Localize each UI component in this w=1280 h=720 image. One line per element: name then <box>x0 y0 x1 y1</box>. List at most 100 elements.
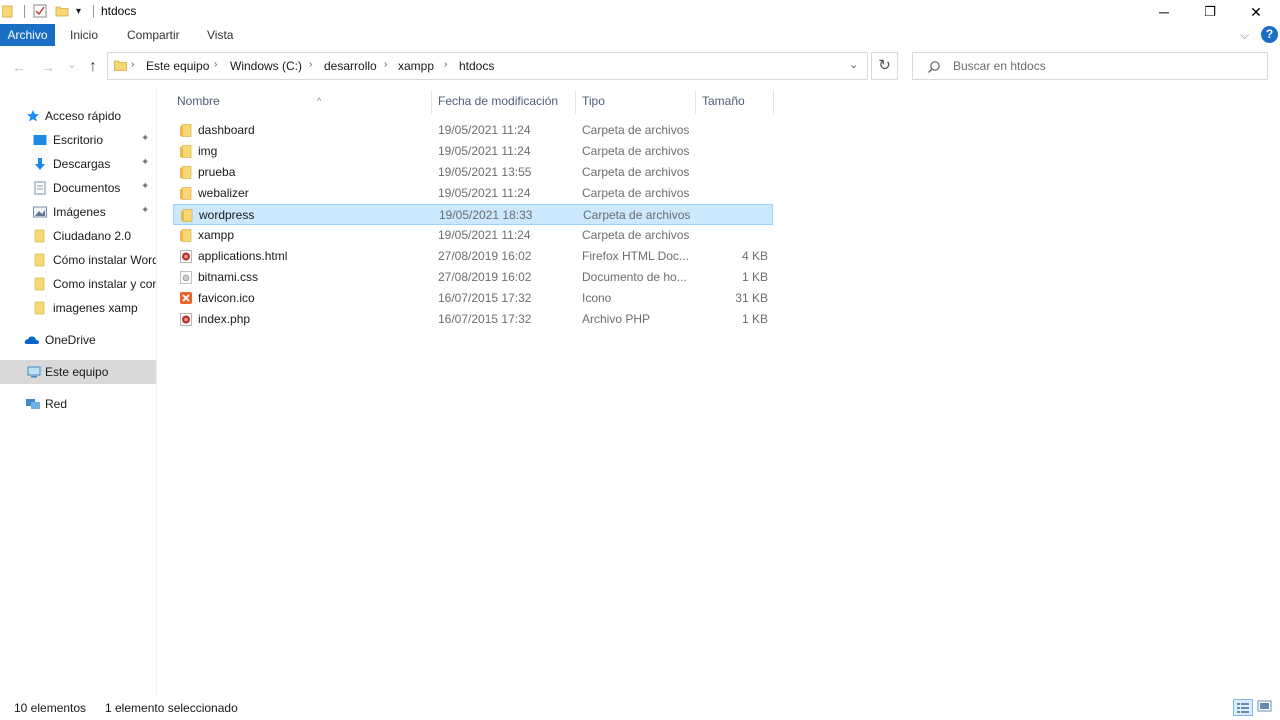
folder-icon <box>33 301 47 315</box>
folder-icon <box>180 209 194 222</box>
file-row-prueba[interactable]: prueba 19/05/2021 13:55 Carpeta de archivo… <box>173 162 773 183</box>
breadcrumb-este-equipo[interactable]: Este equipo <box>146 59 209 73</box>
search-box[interactable] <box>912 52 1268 80</box>
chevron-down-icon[interactable]: ⌄ <box>849 58 858 71</box>
large-icons-view-button[interactable] <box>1256 699 1276 716</box>
file-row-applications-html[interactable]: applications.html 27/08/2019 16:02 Firefox… <box>173 246 773 267</box>
sidebar-item-label: Imágenes <box>53 205 106 219</box>
refresh-button[interactable]: ↻ <box>871 52 898 80</box>
sidebar-item-label: Ciudadano 2.0 <box>53 229 132 243</box>
sidebar-item-label: Descargas <box>53 157 111 171</box>
sidebar-item-este-equipo[interactable]: Este equipo <box>0 360 156 384</box>
file-row-bitnami-css[interactable]: bitnami.css 27/08/2019 16:02 Documento de … <box>173 267 773 288</box>
file-row-img[interactable]: img 19/05/2021 11:24 Carpeta de archivos <box>173 141 773 162</box>
sidebar-item-como-instalar-configurar[interactable]: Como instalar y configurar <box>0 272 156 296</box>
breadcrumb-xampp[interactable]: xampp <box>398 59 434 73</box>
minimize-button[interactable]: ─ <box>1141 0 1187 24</box>
address-bar[interactable]: › Este equipo › Windows (C:) › desarroll… <box>107 52 868 80</box>
back-button[interactable]: ← <box>10 58 28 76</box>
column-divider[interactable] <box>575 90 576 114</box>
file-date: 27/08/2019 16:02 <box>438 270 532 284</box>
folder-icon <box>179 229 193 242</box>
up-button[interactable]: ↑ <box>84 58 102 76</box>
properties-icon[interactable] <box>33 4 47 18</box>
file-date: 19/05/2021 11:24 <box>438 186 531 200</box>
ribbon-tabs: Archivo Inicio Compartir Vista ⌵ ? <box>0 24 1280 46</box>
file-row-index-php[interactable]: index.php 16/07/2015 17:32 Archivo PHP 1 KB <box>173 309 773 330</box>
cloud-icon <box>24 333 40 347</box>
chevron-right-icon: › <box>214 59 218 70</box>
item-count: 10 elementos <box>14 701 87 715</box>
file-size: 1 KB <box>741 270 768 284</box>
expand-ribbon-icon[interactable]: ⌵ <box>1240 28 1249 43</box>
sidebar-item-imagenes-xamp[interactable]: imagenes xamp <box>0 296 156 320</box>
sidebar-item-descargas[interactable]: Descargas ✦ <box>0 152 156 176</box>
large-icons-view-icon <box>1257 700 1272 712</box>
forward-button[interactable]: → <box>39 58 57 76</box>
sidebar-item-escritorio[interactable]: Escritorio ✦ <box>0 128 156 152</box>
recent-locations-button[interactable]: ⌄ <box>63 56 81 74</box>
sidebar-item-como-instalar-wordpress[interactable]: Cómo instalar WordPress <box>0 248 156 272</box>
sidebar-item-label: Documentos <box>53 181 121 195</box>
close-button[interactable]: ✕ <box>1233 0 1279 24</box>
chevron-right-icon: › <box>384 59 388 70</box>
breadcrumb-windows-c[interactable]: Windows (C:) <box>230 59 302 73</box>
customize-toolbar-icon[interactable]: ▾ <box>76 6 90 20</box>
file-date: 19/05/2021 11:24 <box>438 123 531 137</box>
column-header-date[interactable]: Fecha de modificación <box>438 93 558 113</box>
sidebar-item-onedrive[interactable]: OneDrive <box>0 328 156 352</box>
file-row-wordpress[interactable]: wordpress 19/05/2021 18:33 Carpeta de arch… <box>173 204 773 225</box>
sidebar-item-imagenes[interactable]: Imágenes ✦ <box>0 200 156 224</box>
breadcrumb-htdocs[interactable]: htdocs <box>459 59 494 73</box>
restore-icon: ❐ <box>1204 4 1216 19</box>
column-header-name[interactable]: Nombre ^ <box>177 93 435 113</box>
file-type: Documento de ho... <box>582 270 687 284</box>
sidebar-item-label: Este equipo <box>45 365 109 379</box>
chevron-right-icon: › <box>444 59 448 70</box>
folder-icon <box>179 124 193 137</box>
file-type: Carpeta de archivos <box>582 123 690 137</box>
file-row-xampp[interactable]: xampp 19/05/2021 11:24 Carpeta de archivos <box>173 225 773 246</box>
file-date: 16/07/2015 17:32 <box>438 291 532 305</box>
column-divider[interactable] <box>431 90 432 114</box>
sidebar-item-documentos[interactable]: Documentos ✦ <box>0 176 156 200</box>
column-divider[interactable] <box>773 90 774 114</box>
folder-icon <box>33 277 47 291</box>
sidebar-item-label: Como instalar y configurar <box>53 277 156 291</box>
restore-button[interactable]: ❐ <box>1187 0 1233 24</box>
file-row-webalizer[interactable]: webalizer 19/05/2021 11:24 Carpeta de arch… <box>173 183 773 204</box>
column-header-type[interactable]: Tipo <box>582 93 605 113</box>
column-header-size[interactable]: Tamaño <box>702 93 745 113</box>
status-bar: 10 elementos 1 elemento seleccionado <box>0 696 1280 720</box>
file-size: 31 KB <box>735 291 768 305</box>
column-divider[interactable] <box>695 90 696 114</box>
file-row-favicon-ico[interactable]: favicon.ico 16/07/2015 17:32 Icono 31 KB <box>173 288 773 309</box>
tab-inicio[interactable]: Inicio <box>62 24 106 46</box>
folder-icon <box>33 229 47 243</box>
file-type: Carpeta de archivos <box>582 165 690 179</box>
search-input[interactable] <box>953 53 1253 79</box>
file-date: 27/08/2019 16:02 <box>438 249 532 263</box>
sort-ascending-icon: ^ <box>317 96 322 106</box>
details-view-button[interactable] <box>1233 699 1253 716</box>
toolbar-divider <box>24 5 25 18</box>
help-icon[interactable]: ? <box>1261 26 1278 43</box>
file-name: wordpress <box>199 208 255 222</box>
file-type: Icono <box>582 291 612 305</box>
file-row-dashboard[interactable]: dashboard 19/05/2021 11:24 Carpeta de arch… <box>173 120 773 141</box>
file-name: favicon.ico <box>198 291 255 305</box>
sidebar-item-red[interactable]: Red <box>0 392 156 416</box>
tab-compartir[interactable]: Compartir <box>119 24 188 46</box>
new-folder-icon[interactable] <box>55 4 69 18</box>
sidebar-item-acceso-rapido[interactable]: Acceso rápido <box>0 104 156 128</box>
file-name: bitnami.css <box>198 270 259 284</box>
tab-archivo[interactable]: Archivo <box>0 24 55 46</box>
selection-count: 1 elemento seleccionado <box>105 701 238 715</box>
sidebar-item-ciudadano[interactable]: Ciudadano 2.0 <box>0 224 156 248</box>
file-date: 16/07/2015 17:32 <box>438 312 532 326</box>
sidebar-item-label: OneDrive <box>45 333 96 347</box>
file-name: applications.html <box>198 249 288 263</box>
tab-vista[interactable]: Vista <box>199 24 241 46</box>
sidebar-item-label: Escritorio <box>53 133 104 147</box>
breadcrumb-desarrollo[interactable]: desarrollo <box>324 59 377 73</box>
